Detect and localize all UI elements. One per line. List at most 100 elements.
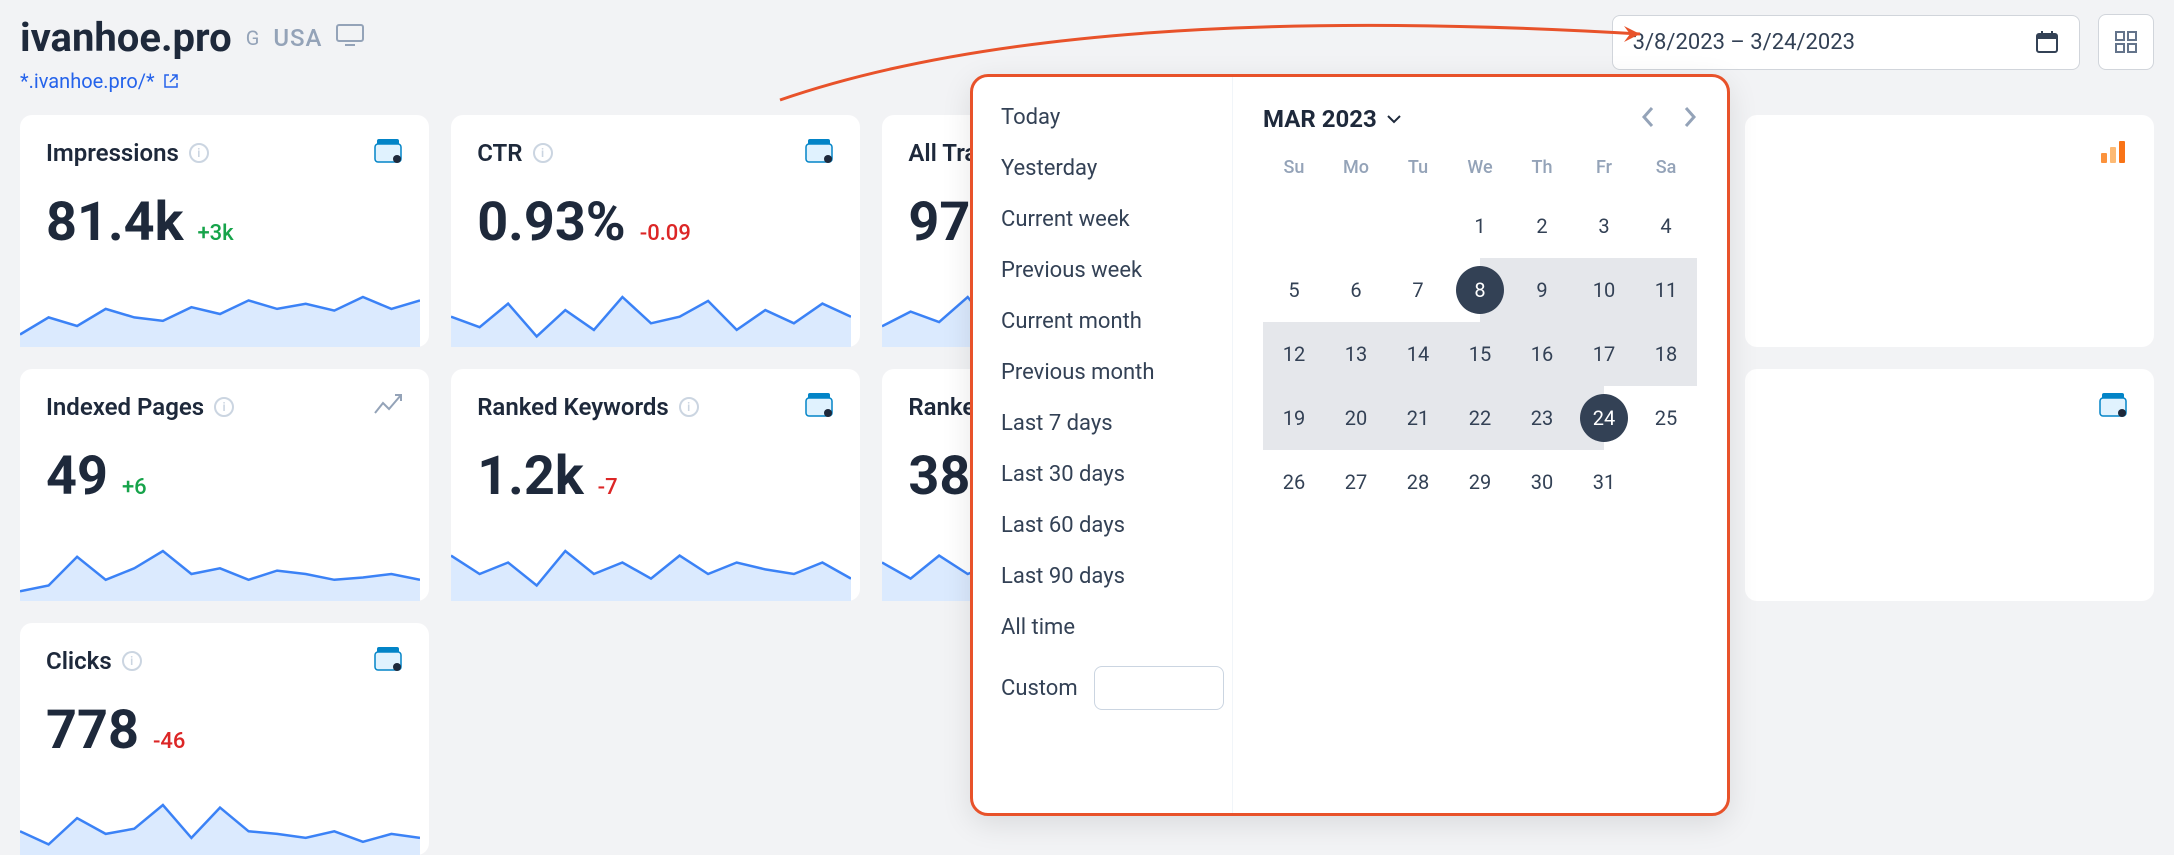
calendar-day[interactable]: 1 xyxy=(1449,194,1511,258)
calendar-day[interactable]: 7 xyxy=(1387,258,1449,322)
metric-card[interactable] xyxy=(1745,115,2154,347)
metric-card[interactable]: Impressions i 81.4k +3k xyxy=(20,115,429,347)
card-header: Ranked Keywords i xyxy=(477,391,834,423)
header-right: 3/8/2023 – 3/24/2023 xyxy=(1612,14,2154,70)
calendar-panel: MAR 2023 SuMoTuWeThFrSa 1234567891011121… xyxy=(1233,77,1727,813)
calendar-month-selector[interactable]: MAR 2023 xyxy=(1263,105,1401,133)
preset-current-week[interactable]: Current week xyxy=(1001,207,1204,232)
info-icon[interactable]: i xyxy=(189,143,209,163)
metric-card[interactable]: Ranked Keywords i 1.2k -7 xyxy=(451,369,860,601)
calendar-day[interactable]: 26 xyxy=(1263,450,1325,514)
calendar-icon xyxy=(2035,30,2059,54)
card-value-row: 0.93% -0.09 xyxy=(477,191,834,254)
info-icon[interactable]: i xyxy=(122,651,142,671)
info-icon[interactable]: i xyxy=(679,397,699,417)
calendar-days-grid: 1234567891011121314151617181920212223242… xyxy=(1263,194,1697,514)
preset-today[interactable]: Today xyxy=(1001,105,1204,130)
preset-list: Today Yesterday Current week Previous we… xyxy=(973,77,1233,813)
calendar-day[interactable]: 18 xyxy=(1635,322,1697,386)
preset-all-time[interactable]: All time xyxy=(1001,615,1204,640)
card-value: 49 xyxy=(46,445,108,508)
date-range-input[interactable]: 3/8/2023 – 3/24/2023 xyxy=(1612,15,2080,70)
preset-custom-row: Custom xyxy=(1001,666,1204,710)
info-icon[interactable]: i xyxy=(533,143,553,163)
card-title: Indexed Pages xyxy=(46,393,204,421)
calendar-dow: Su xyxy=(1263,157,1325,178)
date-picker-popover: Today Yesterday Current week Previous we… xyxy=(970,74,1730,816)
card-delta: -46 xyxy=(153,729,185,754)
calendar-day[interactable]: 6 xyxy=(1325,258,1387,322)
calendar-day-empty xyxy=(1325,194,1387,258)
calendar-day-selected: 8 xyxy=(1456,266,1504,314)
calendar-day[interactable]: 15 xyxy=(1449,322,1511,386)
calendar-day-selected: 24 xyxy=(1580,394,1628,442)
calendar-day[interactable]: 11 xyxy=(1635,258,1697,322)
calendar-day[interactable]: 9 xyxy=(1511,258,1573,322)
card-value: 81.4k xyxy=(46,191,183,254)
custom-date-input[interactable] xyxy=(1094,666,1224,710)
header-left: ivanhoe.pro G USA *.ivanhoe.pro/* xyxy=(20,14,364,93)
preset-last-30[interactable]: Last 30 days xyxy=(1001,462,1204,487)
calendar-day[interactable]: 29 xyxy=(1449,450,1511,514)
calendar-day[interactable]: 20 xyxy=(1325,386,1387,450)
preset-current-month[interactable]: Current month xyxy=(1001,309,1204,334)
calendar-day[interactable]: 16 xyxy=(1511,322,1573,386)
preset-last-7[interactable]: Last 7 days xyxy=(1001,411,1204,436)
card-title: Clicks xyxy=(46,647,112,675)
next-month-button[interactable] xyxy=(1683,106,1697,132)
metric-card[interactable]: Indexed Pages i 49 +6 xyxy=(20,369,429,601)
calendar-day[interactable]: 25 xyxy=(1635,386,1697,450)
chevron-right-icon xyxy=(1683,106,1697,128)
calendar-day[interactable]: 8 xyxy=(1449,258,1511,322)
source-icon xyxy=(804,391,834,423)
chevron-left-icon xyxy=(1641,106,1655,128)
calendar-day[interactable]: 22 xyxy=(1449,386,1511,450)
calendar-day[interactable]: 4 xyxy=(1635,194,1697,258)
calendar-day[interactable]: 19 xyxy=(1263,386,1325,450)
prev-month-button[interactable] xyxy=(1641,106,1655,132)
card-title-wrap: Clicks i xyxy=(46,647,142,675)
calendar-day[interactable]: 23 xyxy=(1511,386,1573,450)
info-icon[interactable]: i xyxy=(214,397,234,417)
card-value-row: 81.4k +3k xyxy=(46,191,403,254)
calendar-day[interactable]: 30 xyxy=(1511,450,1573,514)
source-icon xyxy=(2098,137,2128,169)
chevron-down-icon xyxy=(1387,114,1401,124)
calendar-day[interactable]: 13 xyxy=(1325,322,1387,386)
desktop-icon xyxy=(336,24,364,51)
calendar-dow: Mo xyxy=(1325,157,1387,178)
card-header: Impressions i xyxy=(46,137,403,169)
calendar-day[interactable]: 17 xyxy=(1573,322,1635,386)
card-value-row: 778 -46 xyxy=(46,699,403,762)
calendar-day-empty xyxy=(1263,194,1325,258)
source-icon xyxy=(373,137,403,169)
calendar-day[interactable]: 10 xyxy=(1573,258,1635,322)
calendar-day[interactable]: 12 xyxy=(1263,322,1325,386)
calendar-day[interactable]: 3 xyxy=(1573,194,1635,258)
calendar-day[interactable]: 14 xyxy=(1387,322,1449,386)
calendar-day[interactable]: 27 xyxy=(1325,450,1387,514)
card-header: CTR i xyxy=(477,137,834,169)
calendar-day[interactable]: 31 xyxy=(1573,450,1635,514)
calendar-day[interactable]: 5 xyxy=(1263,258,1325,322)
preset-last-90[interactable]: Last 90 days xyxy=(1001,564,1204,589)
preset-previous-week[interactable]: Previous week xyxy=(1001,258,1204,283)
calendar-day[interactable]: 24 xyxy=(1573,386,1635,450)
subdomain-link[interactable]: *.ivanhoe.pro/* xyxy=(20,69,364,93)
preset-yesterday[interactable]: Yesterday xyxy=(1001,156,1204,181)
domain-row: ivanhoe.pro G USA xyxy=(20,14,364,61)
metric-card[interactable]: CTR i 0.93% -0.09 xyxy=(451,115,860,347)
preset-last-60[interactable]: Last 60 days xyxy=(1001,513,1204,538)
source-icon xyxy=(373,391,403,423)
card-title-wrap: Impressions i xyxy=(46,139,209,167)
card-title: CTR xyxy=(477,139,522,167)
calendar-day[interactable]: 28 xyxy=(1387,450,1449,514)
card-value: 1.2k xyxy=(477,445,583,508)
metric-card[interactable] xyxy=(1745,369,2154,601)
metric-card[interactable]: Clicks i 778 -46 xyxy=(20,623,429,855)
grid-view-button[interactable] xyxy=(2098,14,2154,70)
preset-previous-month[interactable]: Previous month xyxy=(1001,360,1204,385)
preset-custom-label: Custom xyxy=(1001,676,1078,701)
calendar-day[interactable]: 2 xyxy=(1511,194,1573,258)
calendar-day[interactable]: 21 xyxy=(1387,386,1449,450)
